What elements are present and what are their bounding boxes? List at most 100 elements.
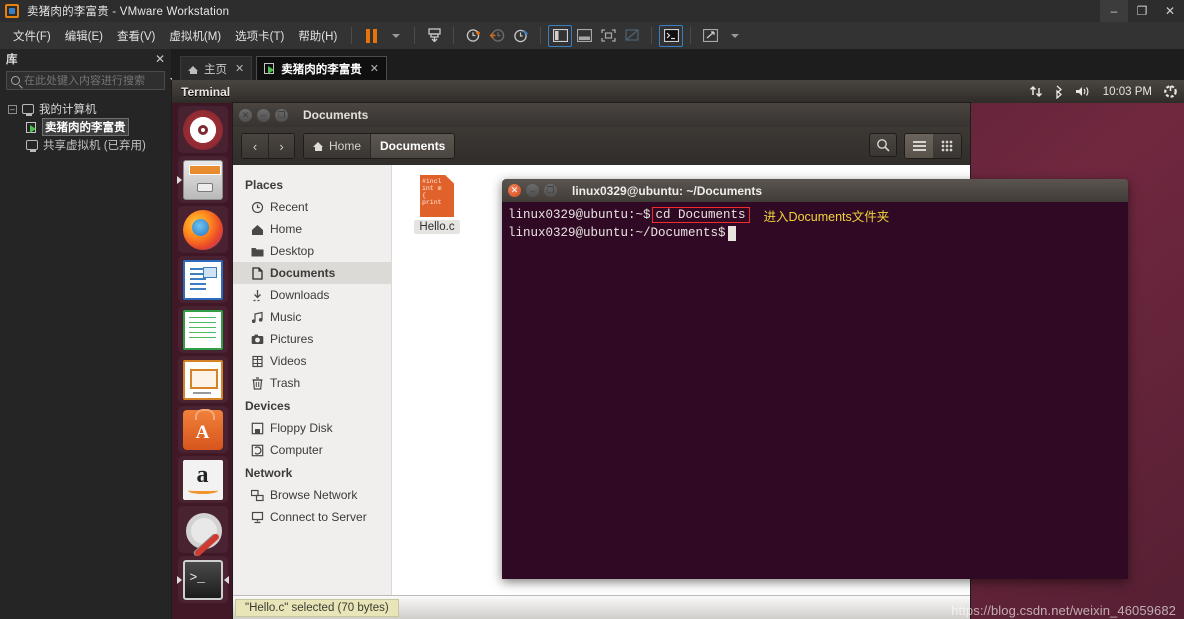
tab-close-icon[interactable]: ✕	[235, 62, 244, 75]
nautilus-minimize-button[interactable]: –	[257, 108, 270, 122]
network-icon[interactable]	[1029, 85, 1043, 98]
computer-icon	[22, 104, 34, 116]
vmware-title-bar: 卖猪肉的李富贵 - VMware Workstation – ❐ ✕	[0, 0, 1184, 22]
nautilus-maximize-button[interactable]: ❐	[275, 108, 288, 122]
c-source-file-icon: #incl int m{print	[420, 175, 454, 217]
power-gear-icon[interactable]	[1163, 84, 1178, 99]
breadcrumb-home[interactable]: Home	[304, 134, 371, 158]
film-icon	[251, 355, 264, 368]
sidebar-item-pictures[interactable]: Pictures	[233, 328, 391, 350]
clock[interactable]: 10:03 PM	[1103, 86, 1152, 98]
menu-help[interactable]: 帮助(H)	[291, 25, 344, 47]
status-badge: "Hello.c" selected (70 bytes)	[235, 598, 399, 617]
terminal-close-button[interactable]: ✕	[508, 184, 521, 197]
terminal-title-bar: ✕ – ❐ linux0329@ubuntu: ~/Documents	[502, 179, 1128, 202]
restore-button[interactable]: ❐	[1128, 0, 1156, 22]
sidebar-item-downloads[interactable]: Downloads	[233, 284, 391, 306]
revert-snapshot-icon[interactable]	[485, 25, 509, 47]
tab-vm[interactable]: 卖猪肉的李富贵 ✕	[256, 56, 387, 80]
nautilus-sidebar: Places Recent Home Desktop Documents Dow…	[233, 165, 392, 595]
terminal-minimize-button[interactable]: –	[526, 184, 539, 197]
list-view-icon[interactable]	[905, 134, 933, 158]
close-button[interactable]: ✕	[1156, 0, 1184, 22]
sidebar-item-recent[interactable]: Recent	[233, 196, 391, 218]
sidebar-item-computer[interactable]: Computer	[233, 439, 391, 461]
stretch-icon[interactable]	[698, 25, 722, 47]
dropdown-caret-icon[interactable]	[383, 25, 407, 47]
terminal-maximize-button[interactable]: ❐	[544, 184, 557, 197]
menu-file[interactable]: 文件(F)	[6, 25, 58, 47]
fullscreen-icon[interactable]	[596, 25, 620, 47]
tree-item-my-computer[interactable]: – 我的计算机	[8, 100, 171, 118]
menu-tabs[interactable]: 选项卡(T)	[228, 25, 291, 47]
sidebar-item-music[interactable]: Music	[233, 306, 391, 328]
expander-icon[interactable]: –	[8, 104, 17, 114]
snapshot-manager-icon[interactable]	[509, 25, 533, 47]
library-search-input[interactable]	[24, 74, 166, 87]
library-search-box[interactable]	[6, 71, 180, 90]
sidebar-item-desktop[interactable]: Desktop	[233, 240, 391, 262]
breadcrumb-documents[interactable]: Documents	[370, 134, 455, 158]
file-item-hello-c[interactable]: #incl int m{print Hello.c	[404, 175, 470, 234]
forward-button[interactable]: ›	[268, 134, 294, 158]
take-snapshot-icon[interactable]	[461, 25, 485, 47]
tab-home[interactable]: 主页 ✕	[180, 56, 253, 80]
stretch-caret-icon[interactable]	[722, 25, 746, 47]
launcher-libreoffice-writer-icon[interactable]	[177, 256, 228, 303]
launcher-ubuntu-dash-icon[interactable]	[177, 106, 228, 153]
toolbar-divider	[540, 27, 542, 44]
launcher-system-settings-icon[interactable]	[177, 506, 228, 553]
volume-icon[interactable]	[1075, 85, 1092, 98]
sidebar-item-label: Connect to Server	[270, 510, 367, 524]
minimize-button[interactable]: –	[1100, 0, 1128, 22]
show-library-icon[interactable]	[548, 24, 573, 47]
nautilus-window-title: Documents	[303, 108, 369, 122]
document-icon	[251, 266, 264, 280]
launcher-terminal-icon[interactable]	[176, 556, 229, 603]
bluetooth-icon[interactable]	[1054, 85, 1064, 99]
sidebar-item-trash[interactable]: Trash	[233, 372, 391, 394]
search-icon[interactable]	[869, 133, 897, 157]
menu-view[interactable]: 查看(V)	[110, 25, 162, 47]
show-thumbnails-icon[interactable]	[572, 25, 596, 47]
server-icon	[251, 511, 264, 524]
sidebar-item-home[interactable]: Home	[233, 218, 391, 240]
grid-view-icon[interactable]	[933, 134, 961, 158]
menu-vm[interactable]: 虚拟机(M)	[162, 25, 228, 47]
launcher-libreoffice-calc-icon[interactable]	[177, 306, 228, 353]
menu-edit[interactable]: 编辑(E)	[58, 25, 110, 47]
sidebar-item-documents[interactable]: Documents	[233, 262, 391, 284]
download-icon	[251, 289, 264, 302]
tree-item-shared-vms[interactable]: 共享虚拟机 (已弃用)	[8, 136, 171, 154]
sidebar-header-devices: Devices	[245, 399, 291, 413]
toolbar-divider	[453, 27, 455, 44]
tab-close-icon[interactable]: ✕	[370, 62, 379, 75]
sidebar-item-connect-to-server[interactable]: Connect to Server	[233, 506, 391, 528]
tree-item-vm-selected[interactable]: 卖猪肉的李富贵	[8, 118, 171, 136]
pause-icon[interactable]	[359, 25, 383, 47]
sidebar-item-label: Music	[270, 310, 302, 324]
sidebar-item-videos[interactable]: Videos	[233, 350, 391, 372]
tree-item-label: 我的计算机	[39, 104, 97, 116]
launcher-amazon-icon[interactable]: a	[177, 456, 228, 503]
launcher-ubuntu-software-icon[interactable]	[177, 406, 228, 453]
terminal-prompt: linux0329@ubuntu:~/Documents$	[508, 226, 726, 240]
nautilus-close-button[interactable]: ✕	[239, 108, 252, 122]
tab-label: 主页	[204, 63, 227, 76]
vmware-workstation-window: 卖猪肉的李富贵 - VMware Workstation – ❐ ✕ 文件(F)…	[0, 0, 1184, 619]
launcher-libreoffice-impress-icon[interactable]	[177, 356, 228, 403]
nautilus-toolbar: ‹ › Home Documents	[233, 127, 970, 165]
snapshot-icon[interactable]	[422, 25, 446, 47]
launcher-files-icon[interactable]	[176, 156, 228, 203]
sidebar-item-floppy-disk[interactable]: Floppy Disk	[233, 417, 391, 439]
console-view-icon[interactable]	[659, 24, 684, 47]
sidebar-item-browse-network[interactable]: Browse Network	[233, 484, 391, 506]
launcher-firefox-icon[interactable]	[177, 206, 228, 253]
sidebar-item-label: Desktop	[270, 244, 315, 258]
back-button[interactable]: ‹	[242, 134, 268, 158]
vmware-menu-bar: 文件(F) 编辑(E) 查看(V) 虚拟机(M) 选项卡(T) 帮助(H)	[0, 22, 1184, 49]
sidebar-item-label: Trash	[270, 376, 301, 390]
unity-mode-icon[interactable]	[620, 25, 644, 47]
library-close-icon[interactable]: ✕	[155, 52, 165, 66]
terminal-output[interactable]: linux0329@ubuntu:~$ cd Documents 进入Docum…	[502, 202, 1128, 579]
